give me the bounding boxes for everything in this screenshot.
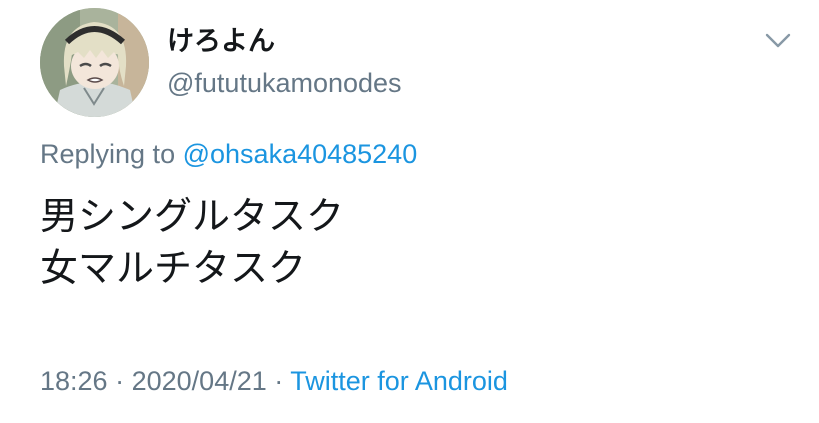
tweet-time[interactable]: 18:26	[40, 366, 108, 396]
tweet-text: 男シングルタスク 女マルチタスク	[40, 191, 344, 295]
meta-separator: ·	[274, 366, 284, 396]
tweet-source-link[interactable]: Twitter for Android	[290, 366, 508, 396]
tweet-text-line: 女マルチタスク	[40, 248, 307, 290]
tweet-date[interactable]: 2020/04/21	[132, 366, 267, 396]
replying-to-label: Replying to	[40, 139, 176, 169]
tweet-text-line: 男シングルタスク	[40, 196, 345, 238]
meta-separator: ·	[115, 366, 125, 396]
tweet: けろよん @fututukamonodes Replying to @ohsak…	[0, 0, 819, 423]
author-display-name[interactable]: けろよん	[167, 24, 275, 58]
author-handle[interactable]: @fututukamonodes	[167, 66, 402, 100]
tweet-meta: 18:26 · 2020/04/21 · Twitter for Android	[40, 364, 508, 398]
tweet-menu-button[interactable]	[761, 28, 795, 52]
avatar-image	[40, 8, 149, 117]
replying-to: Replying to @ohsaka40485240	[40, 137, 417, 171]
chevron-down-icon	[765, 33, 791, 48]
replying-to-mention[interactable]: @ohsaka40485240	[183, 139, 418, 169]
avatar[interactable]	[40, 8, 149, 117]
